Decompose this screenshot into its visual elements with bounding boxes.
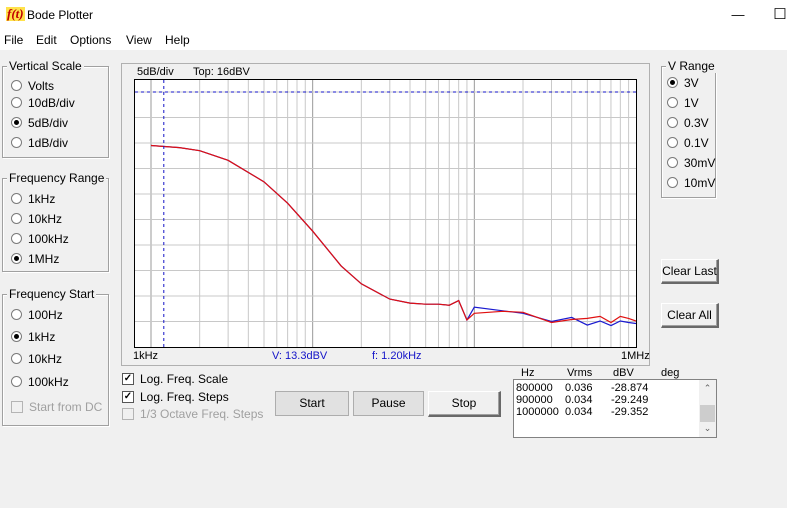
radio-circle bbox=[11, 97, 22, 109]
checkbox-box: ✓ bbox=[122, 390, 134, 403]
cursor-voltage-readout: V: 13.3dBV bbox=[272, 350, 328, 362]
menu-edit[interactable]: Edit bbox=[36, 33, 57, 47]
checkbox-box bbox=[122, 407, 134, 420]
radio-circle bbox=[11, 137, 22, 149]
radio-circle bbox=[11, 193, 22, 205]
frequency-start-100hz[interactable]: 100Hz bbox=[11, 308, 63, 322]
title-bar: f(t) Bode Plotter — ☐ bbox=[0, 0, 787, 30]
frequency-start-100khz[interactable]: 100kHz bbox=[11, 375, 69, 389]
radio-circle bbox=[667, 77, 678, 89]
column-deg: deg bbox=[661, 367, 680, 379]
start-from-dc-checkbox[interactable]: Start from DC bbox=[11, 400, 102, 414]
v-range-30mv[interactable]: 30mV bbox=[667, 156, 715, 170]
v-range-group: V Range 3V 1V 0.3V 0.1V 30mV 10mV bbox=[661, 59, 717, 198]
column-vrms: Vrms bbox=[567, 367, 593, 379]
radio-circle bbox=[11, 80, 22, 92]
v-range-0.1v[interactable]: 0.1V bbox=[667, 136, 709, 150]
grid bbox=[135, 80, 636, 347]
series-line-1 bbox=[150, 144, 636, 327]
vertical-scale-10db[interactable]: 10dB/div bbox=[11, 96, 75, 110]
readings-listbox[interactable]: 800000 0.036 -28.874 900000 0.034 -29.24… bbox=[513, 379, 717, 438]
radio-circle bbox=[667, 117, 678, 129]
pause-button[interactable]: Pause bbox=[353, 391, 424, 416]
radio-circle bbox=[11, 253, 22, 265]
v-range-10mv[interactable]: 10mV bbox=[667, 176, 715, 190]
radio-circle bbox=[11, 353, 22, 365]
frequency-range-1mhz[interactable]: 1MHz bbox=[11, 252, 59, 266]
v-range-3v[interactable]: 3V bbox=[667, 76, 699, 90]
app-icon: f(t) bbox=[6, 6, 25, 21]
bode-plot[interactable] bbox=[135, 80, 636, 347]
checkbox-box: ✓ bbox=[122, 372, 134, 385]
cursor-frequency-readout: f: 1.20kHz bbox=[372, 350, 422, 362]
stop-button[interactable]: Stop bbox=[428, 391, 501, 417]
column-hz: Hz bbox=[521, 367, 535, 379]
radio-circle bbox=[11, 213, 22, 225]
frequency-range-10khz[interactable]: 10kHz bbox=[11, 212, 62, 226]
vertical-scale-1db[interactable]: 1dB/div bbox=[11, 136, 68, 150]
radio-circle bbox=[11, 309, 22, 321]
cursor bbox=[135, 80, 636, 347]
minimize-button[interactable]: — bbox=[718, 3, 758, 27]
octave-steps-checkbox[interactable]: 1/3 Octave Freq. Steps bbox=[122, 407, 263, 421]
menu-bar: File Edit Options View Help bbox=[0, 30, 787, 50]
scale-label: 5dB/div bbox=[137, 66, 174, 78]
radio-circle bbox=[11, 117, 22, 129]
menu-options[interactable]: Options bbox=[70, 33, 111, 47]
column-dbv: dBV bbox=[613, 367, 634, 379]
x-start-label: 1kHz bbox=[133, 350, 159, 362]
clear-last-button[interactable]: Clear Last bbox=[661, 259, 719, 284]
log-freq-steps-checkbox[interactable]: ✓ Log. Freq. Steps bbox=[122, 390, 229, 404]
x-end-label: 1MHz bbox=[621, 350, 650, 362]
v-range-0.3v[interactable]: 0.3V bbox=[667, 116, 709, 130]
frequency-start-10khz[interactable]: 10kHz bbox=[11, 352, 62, 366]
radio-circle bbox=[11, 376, 22, 388]
frequency-start-title: Frequency Start bbox=[7, 287, 97, 301]
radio-circle bbox=[667, 137, 678, 149]
v-range-title: V Range bbox=[666, 59, 717, 73]
maximize-button[interactable]: ☐ bbox=[760, 3, 787, 27]
vertical-scale-group: Vertical Scale Volts 10dB/div 5dB/div 1d… bbox=[2, 59, 109, 158]
vertical-scale-volts[interactable]: Volts bbox=[11, 79, 54, 93]
plot-area[interactable] bbox=[134, 79, 637, 348]
radio-circle bbox=[667, 97, 678, 109]
vertical-scale-title: Vertical Scale bbox=[7, 59, 84, 73]
radio-circle bbox=[11, 233, 22, 245]
series-layer bbox=[150, 144, 636, 327]
radio-circle bbox=[11, 331, 22, 343]
top-label: Top: 16dBV bbox=[193, 66, 250, 78]
menu-file[interactable]: File bbox=[4, 33, 23, 47]
radio-circle bbox=[667, 157, 678, 169]
frequency-range-1khz[interactable]: 1kHz bbox=[11, 192, 55, 206]
start-button[interactable]: Start bbox=[275, 391, 349, 416]
frequency-range-title: Frequency Range bbox=[7, 171, 107, 185]
menu-view[interactable]: View bbox=[126, 33, 152, 47]
frequency-range-group: Frequency Range 1kHz 10kHz 100kHz 1MHz bbox=[2, 171, 109, 272]
v-range-1v[interactable]: 1V bbox=[667, 96, 699, 110]
frequency-range-100khz[interactable]: 100kHz bbox=[11, 232, 69, 246]
readings-scrollbar[interactable]: ⌃ ⌄ bbox=[699, 380, 716, 437]
frequency-start-group: Frequency Start 100Hz 1kHz 10kHz 100kHz … bbox=[2, 287, 109, 426]
checkbox-box bbox=[11, 400, 23, 413]
clear-all-button[interactable]: Clear All bbox=[661, 303, 719, 328]
radio-circle bbox=[667, 177, 678, 189]
vertical-scale-5db[interactable]: 5dB/div bbox=[11, 116, 68, 130]
window-title: Bode Plotter bbox=[27, 8, 94, 22]
scroll-down-icon[interactable]: ⌄ bbox=[699, 420, 716, 437]
log-freq-scale-checkbox[interactable]: ✓ Log. Freq. Scale bbox=[122, 372, 228, 386]
scroll-up-icon[interactable]: ⌃ bbox=[699, 380, 716, 397]
frequency-start-1khz[interactable]: 1kHz bbox=[11, 330, 55, 344]
menu-help[interactable]: Help bbox=[165, 33, 190, 47]
